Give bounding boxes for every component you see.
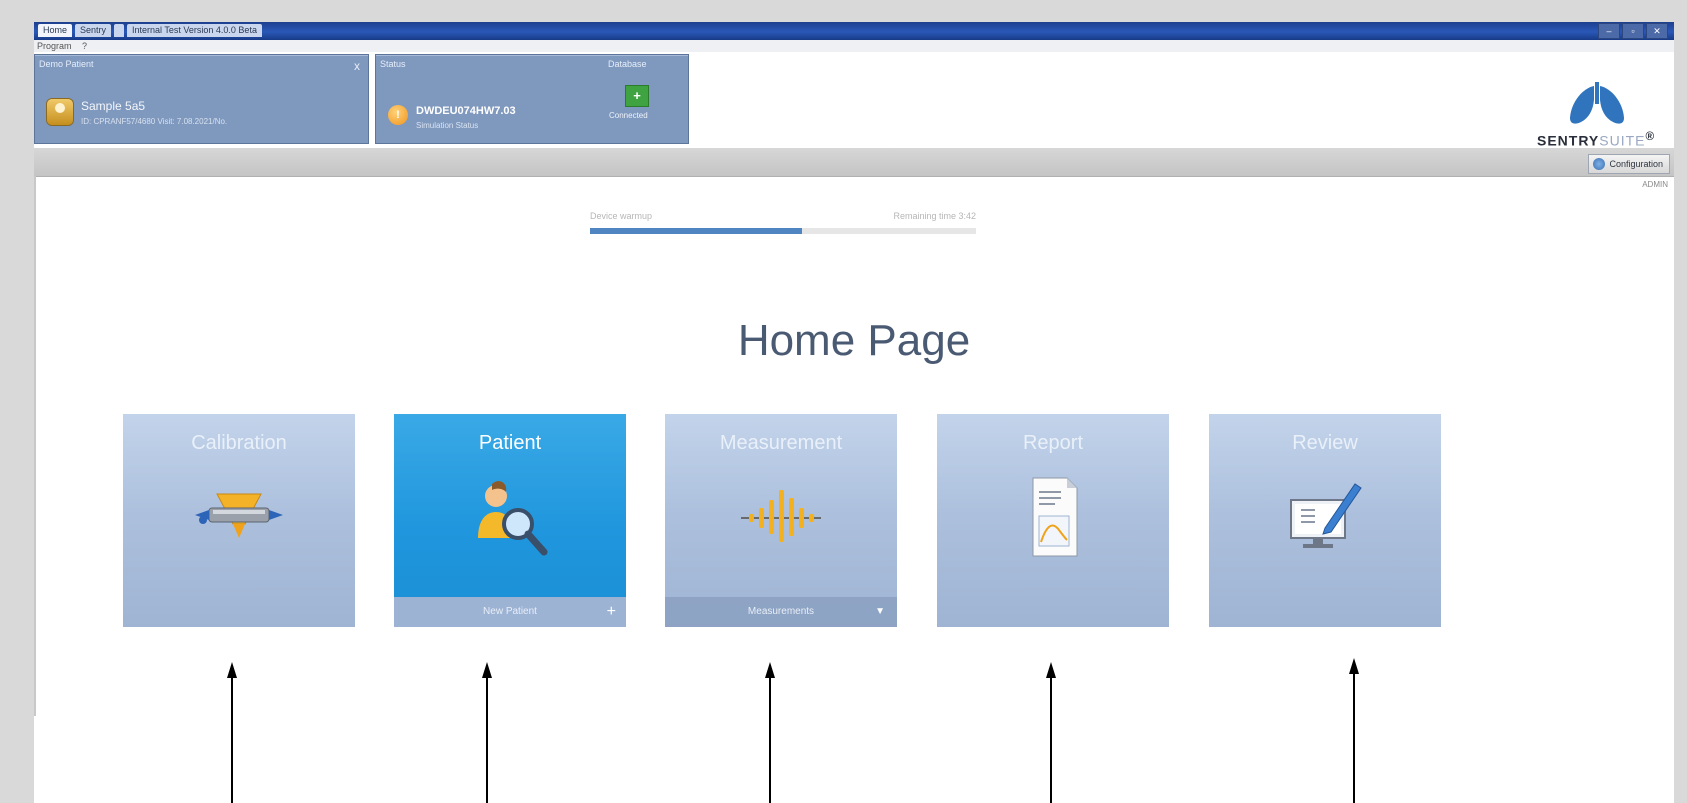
brand-logo-text: SENTRYSUITE® [1537,130,1655,149]
tile-measurement-label: Measurement [719,432,843,454]
plus-icon: + [606,603,616,620]
close-button[interactable]: ✕ [1646,23,1668,39]
configuration-button[interactable]: Configuration [1588,154,1670,174]
report-pointer-arrow [1046,662,1056,803]
toolbar: Configuration [34,148,1674,177]
maximize-button[interactable]: ▫ [1622,23,1644,39]
close-patient-icon[interactable]: x [354,59,360,73]
tab-blank[interactable] [114,24,125,37]
database-connected-icon[interactable]: + [625,85,649,107]
progress-fill [590,228,803,234]
menu-program[interactable]: Program [37,41,72,51]
tab-sentry[interactable]: Sentry [75,24,112,37]
new-patient-button[interactable]: New Patient + [394,597,626,627]
brand-name: SENTRY [1537,132,1600,149]
status-panel-title: Status [380,59,406,69]
patient-panel[interactable]: Demo Patient x Sample 5a5 ID: CPRANF57/4… [34,54,369,144]
configuration-icon [1593,158,1606,170]
menu-bar: Program ? [34,40,1674,52]
device-status: DWDEU074HW7.03 [416,105,516,117]
left-divider [34,176,36,716]
measurements-dropdown[interactable]: Measurements ▼ [665,597,897,627]
calibration-icon [195,493,283,538]
window-controls: – ▫ ✕ [1598,23,1668,39]
tile-measurement[interactable]: Measurement Measurements ▼ [665,414,897,627]
tile-review-label: Review [1292,432,1358,454]
database-status: Connected [609,111,648,120]
patient-search-icon [478,481,548,556]
tile-calibration-label: Calibration [191,432,287,454]
user-label: ADMIN [1642,180,1668,189]
title-bar: Home Sentry Internal Test Version 4.0.0 … [34,22,1674,40]
tile-patient-label: Patient [478,432,542,454]
review-pointer-arrow [1349,658,1359,803]
registered-mark: ® [1645,130,1656,143]
brand-suite: SUITE [1599,132,1646,149]
tile-report[interactable]: Report [937,414,1169,627]
progress-left-label: Device warmup [590,211,653,221]
patient-details: ID: CPRANF57/4680 Visit: 7.08.2021/No. [81,117,228,126]
tab-home[interactable]: Home [38,24,73,37]
patient-avatar-icon [47,99,73,125]
patient-pointer-arrow [482,662,492,803]
calibration-pointer-arrow [227,662,237,803]
header: Demo Patient x Sample 5a5 ID: CPRANF57/4… [34,52,1674,149]
measurement-icon [741,490,821,542]
tile-report-label: Report [1022,432,1084,454]
measurements-label: Measurements [747,606,815,617]
window-tabs: Home Sentry Internal Test Version 4.0.0 … [38,24,262,37]
minimize-button[interactable]: – [1598,23,1620,39]
tile-calibration[interactable]: Calibration [123,414,355,627]
tab-version[interactable]: Internal Test Version 4.0.0 Beta [127,24,262,37]
application-window: Home Sentry Internal Test Version 4.0.0 … [34,22,1674,803]
status-panel: Status ! DWDEU074HW7.03 Simulation Statu… [375,54,689,144]
patient-panel-title: Demo Patient [39,59,94,69]
status-description: Simulation Status [416,121,479,130]
progress-bar [590,228,976,234]
report-icon [1032,477,1078,557]
tile-patient[interactable]: Patient New Patient + [394,414,626,627]
patient-name: Sample 5a5 [81,99,146,113]
page-title: Home Page [737,316,971,365]
tile-review[interactable]: Review [1209,414,1441,627]
progress-right-label: Remaining time 3:42 [893,211,976,221]
measurement-pointer-arrow [765,662,775,803]
warning-icon: ! [388,105,408,125]
configuration-label: Configuration [1609,159,1663,169]
menu-help[interactable]: ? [82,41,87,51]
new-patient-label: New Patient [483,606,537,617]
review-icon [1290,483,1362,548]
chevron-down-icon: ▼ [875,606,885,617]
database-title: Database [608,59,647,69]
